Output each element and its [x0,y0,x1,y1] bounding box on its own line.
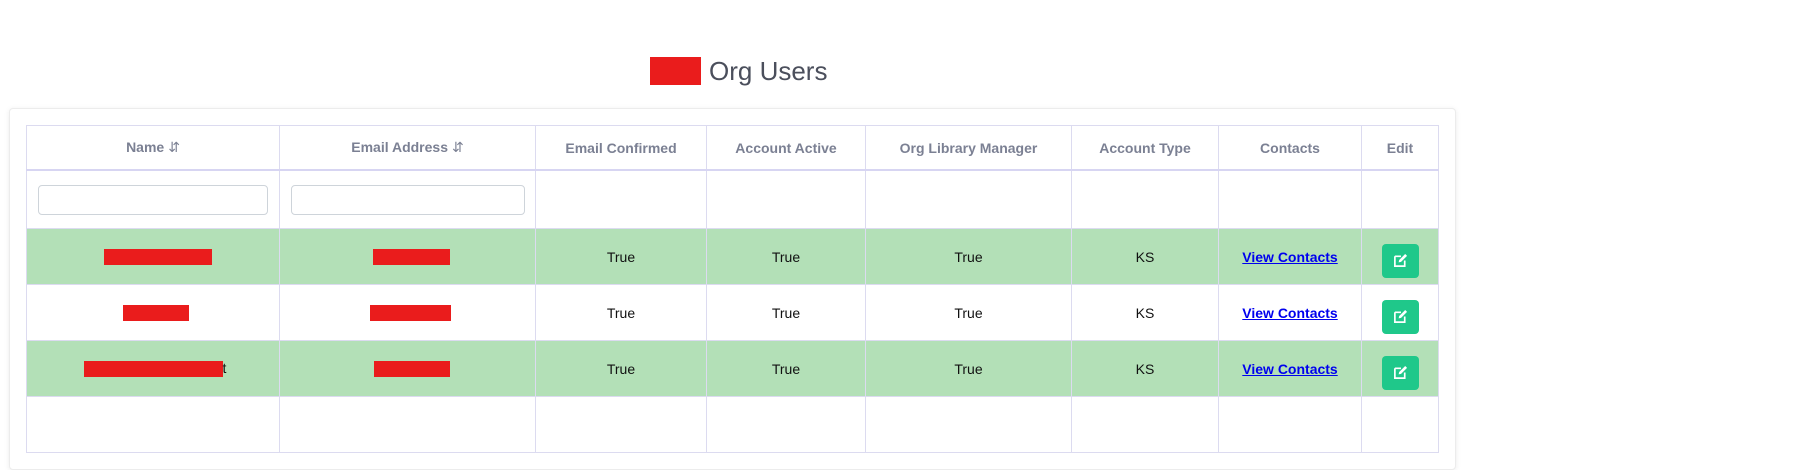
account-active-cell: True [706,228,866,285]
page-header: Org Users [650,56,827,86]
edit-icon [1393,253,1407,267]
view-contacts-link[interactable]: View Contacts [1242,249,1337,265]
email-confirmed-cell: True [535,284,707,341]
table-row: True True True KS View Contacts [26,228,1439,285]
redacted-email [373,249,450,266]
redacted-email [374,361,450,378]
table-row [26,396,1439,453]
contacts-cell: View Contacts [1218,284,1362,341]
page-title: Org Users [709,55,828,86]
view-contacts-link[interactable]: View Contacts [1242,305,1337,321]
header-contacts: Contacts [1218,125,1362,171]
header-row: Name ⇵ Email Address ⇵ Email Confirmed Acc… [26,125,1439,171]
contacts-cell: View Contacts [1218,228,1362,285]
email-confirmed-cell: True [535,228,707,285]
table-row: True True True KS View Contacts [26,284,1439,341]
redacted-name [83,361,223,378]
name-cell: t [26,340,280,397]
email-cell [279,284,536,341]
edit-cell [1361,340,1439,397]
header-org-library-manager: Org Library Manager [865,125,1072,171]
header-email[interactable]: Email Address ⇵ [279,125,536,171]
account-active-cell: True [706,284,866,341]
org-users-table: Name ⇵ Email Address ⇵ Email Confirmed Acc… [26,125,1439,453]
header-account-type: Account Type [1071,125,1219,171]
edit-icon [1393,365,1407,379]
header-account-active: Account Active [706,125,866,171]
header-edit: Edit [1361,125,1439,171]
redacted-org-name [650,57,701,85]
edit-button[interactable] [1381,243,1419,278]
org-library-manager-cell: True [865,228,1072,285]
account-type-cell: KS [1071,340,1219,397]
redacted-name [103,249,212,266]
sort-icon[interactable]: ⇵ [452,139,464,155]
email-cell [279,340,536,397]
email-confirmed-cell: True [535,340,707,397]
account-active-cell: True [706,340,866,397]
view-contacts-link[interactable]: View Contacts [1242,361,1337,377]
edit-icon [1393,309,1407,323]
name-filter-input[interactable] [38,184,268,215]
filter-row [26,169,1439,229]
email-filter-input[interactable] [290,184,525,215]
email-cell [279,228,536,285]
header-name[interactable]: Name ⇵ [26,125,280,171]
sort-icon[interactable]: ⇵ [168,139,180,155]
name-cell [26,228,280,285]
account-type-cell: KS [1071,284,1219,341]
account-type-cell: KS [1071,228,1219,285]
name-cell [26,284,280,341]
redacted-email [369,305,451,322]
edit-button[interactable] [1381,355,1419,390]
edit-button[interactable] [1381,299,1419,334]
table-row: t True True True KS View Contacts [26,340,1439,397]
org-library-manager-cell: True [865,284,1072,341]
redacted-name [123,305,189,322]
org-library-manager-cell: True [865,340,1072,397]
header-email-confirmed: Email Confirmed [535,125,707,171]
edit-cell [1361,228,1439,285]
edit-cell [1361,284,1439,341]
contacts-cell: View Contacts [1218,340,1362,397]
